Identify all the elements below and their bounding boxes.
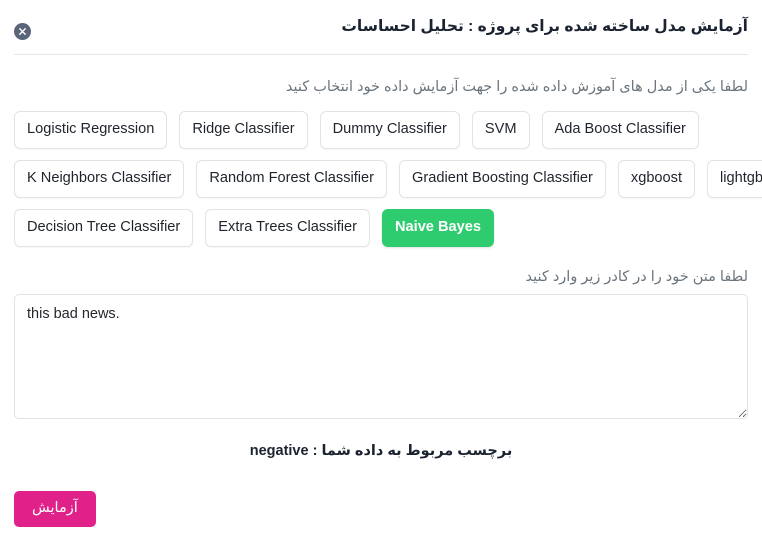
model-button-xgboost[interactable]: xgboost bbox=[617, 160, 696, 198]
model-button-random-forest-classifier[interactable]: Random Forest Classifier bbox=[196, 160, 388, 198]
model-button-ridge-classifier[interactable]: Ridge Classifier bbox=[179, 111, 308, 150]
model-select-hint: لطفا یکی از مدل های آموزش داده شده را جه… bbox=[285, 79, 748, 95]
modal-body: لطفا یکی از مدل های آموزش داده شده را جه… bbox=[0, 77, 762, 459]
modal-footer: آزمایش bbox=[14, 490, 96, 527]
close-button[interactable] bbox=[14, 23, 31, 40]
prediction-result-label: برچسب مربوط به داده شما : bbox=[308, 442, 513, 459]
model-button-naive-bayes[interactable]: Naive Bayes bbox=[381, 208, 494, 247]
model-button-lightgbm[interactable]: lightgbm bbox=[707, 160, 762, 198]
test-model-modal: آزمایش مدل ساخته شده برای پروژه : تحلیل … bbox=[0, 0, 762, 540]
text-input[interactable] bbox=[14, 293, 748, 419]
model-button-extra-trees-classifier[interactable]: Extra Trees Classifier bbox=[205, 208, 370, 247]
model-button-dummy-classifier[interactable]: Dummy Classifier bbox=[319, 111, 460, 150]
model-button-ada-boost-classifier[interactable]: Ada Boost Classifier bbox=[541, 111, 699, 150]
model-button-grid: Logistic Regression Ridge Classifier Dum… bbox=[14, 111, 762, 247]
model-button-decision-tree-classifier[interactable]: Decision Tree Classifier bbox=[14, 208, 194, 247]
text-input-hint: لطفا متن خود را در کادر زیر وارد کنید bbox=[525, 268, 748, 285]
submit-test-button[interactable]: آزمایش bbox=[14, 490, 96, 527]
model-button-svm[interactable]: SVM bbox=[471, 111, 530, 150]
close-x-icon bbox=[18, 27, 27, 36]
prediction-result-value: negative bbox=[249, 442, 309, 459]
prediction-result: برچسب مربوط به داده شما : negative bbox=[14, 443, 748, 459]
model-button-gradient-boosting-classifier[interactable]: Gradient Boosting Classifier bbox=[399, 160, 606, 198]
header-divider bbox=[14, 54, 748, 55]
model-button-k-neighbors-classifier[interactable]: K Neighbors Classifier bbox=[14, 160, 185, 198]
model-button-logistic-regression[interactable]: Logistic Regression bbox=[14, 111, 168, 150]
page-title: آزمایش مدل ساخته شده برای پروژه : تحلیل … bbox=[341, 18, 748, 35]
modal-header: آزمایش مدل ساخته شده برای پروژه : تحلیل … bbox=[0, 0, 762, 55]
model-row-1: Logistic Regression Ridge Classifier Dum… bbox=[14, 111, 748, 150]
model-row-2: K Neighbors Classifier Random Forest Cla… bbox=[14, 160, 762, 198]
model-row-3: Decision Tree Classifier Extra Trees Cla… bbox=[14, 208, 748, 247]
